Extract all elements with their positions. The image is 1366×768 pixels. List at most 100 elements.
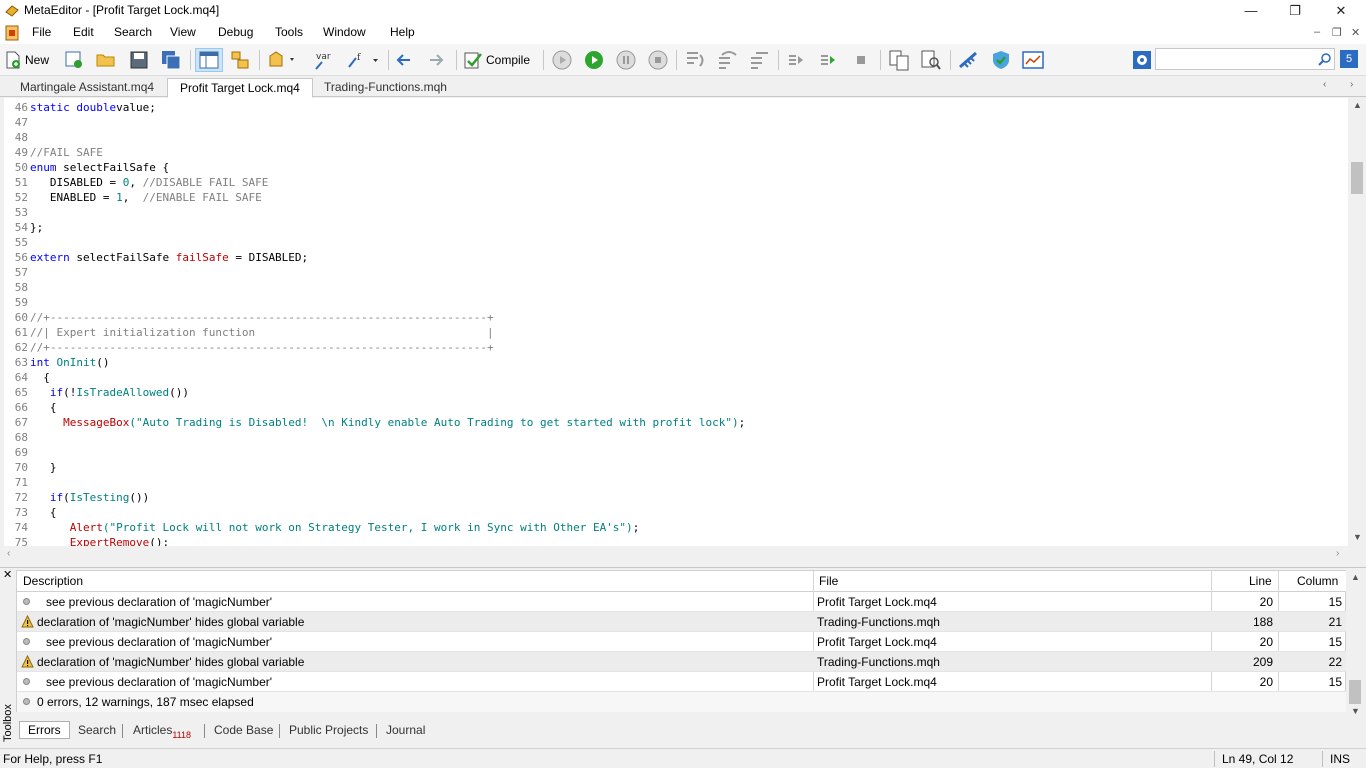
code-line[interactable]: 67 MessageBox("Auto Trading is Disabled!… [4, 415, 1344, 430]
code-line[interactable]: 47 [4, 115, 1344, 130]
tab-scroll-left-icon[interactable]: ‹ [1323, 79, 1326, 90]
scroll-right-icon[interactable]: › [1336, 548, 1339, 559]
code-line[interactable]: 51 DISABLED = 0, //DISABLE FAIL SAFE [4, 175, 1344, 190]
code-line[interactable]: 60//+-----------------------------------… [4, 310, 1344, 325]
step-out-button[interactable] [748, 48, 772, 72]
mql5-storage-button[interactable] [958, 48, 980, 72]
toolbar-search-input[interactable] [1155, 48, 1335, 70]
toolbox-tab-search[interactable]: Search [78, 723, 116, 737]
code-line[interactable]: 66 { [4, 400, 1344, 415]
search-files-button[interactable] [920, 48, 942, 72]
menu-window[interactable]: Window [323, 25, 366, 39]
stop-debug-button[interactable] [852, 48, 870, 72]
editor-vertical-scrollbar[interactable]: ▲ ▼ [1348, 98, 1366, 546]
toolbox-close-icon[interactable]: ✕ [3, 568, 12, 581]
code-line[interactable]: 75 ExpertRemove(); [4, 535, 1344, 546]
toolbox-tab-public-projects[interactable]: Public Projects [289, 723, 368, 737]
styler-dropdown-button[interactable] [266, 48, 298, 72]
editor-horizontal-scrollbar[interactable]: ‹ › [4, 546, 1348, 564]
toolbox-tab-journal[interactable]: Journal [386, 723, 425, 737]
code-line[interactable]: 74 Alert("Profit Lock will not work on S… [4, 520, 1344, 535]
code-line[interactable]: 59 [4, 295, 1344, 310]
code-line[interactable]: 52 ENABLED = 1, //ENABLE FAIL SAFE [4, 190, 1344, 205]
menu-edit[interactable]: Edit [73, 25, 94, 39]
code-line[interactable]: 72 if(IsTesting()) [4, 490, 1344, 505]
code-line[interactable]: 68 [4, 430, 1344, 445]
code-line[interactable]: 62//+-----------------------------------… [4, 340, 1344, 355]
menu-view[interactable]: View [170, 25, 196, 39]
back-button[interactable] [395, 48, 413, 72]
column-header-description[interactable]: Description [23, 574, 83, 588]
scroll-left-icon[interactable]: ‹ [7, 548, 10, 559]
step-over-button[interactable] [716, 48, 740, 72]
search-settings-button[interactable] [1133, 48, 1151, 72]
protect-button[interactable] [990, 48, 1012, 72]
code-editor[interactable]: 46 static doublevalue; 47 48 49//FAIL SAFE 50… [4, 98, 1348, 546]
navigator-toggle-button[interactable] [195, 48, 223, 72]
scroll-down-icon[interactable]: ▼ [1353, 532, 1362, 542]
menu-file[interactable]: File [32, 25, 51, 39]
error-row[interactable]: declaration of 'magicNumber' hides globa… [17, 652, 1347, 672]
start-debug-button[interactable] [583, 48, 605, 72]
code-line[interactable]: 46 static doublevalue; [4, 100, 1344, 115]
column-header-file[interactable]: File [819, 574, 838, 588]
error-row[interactable]: declaration of 'magicNumber' hides globa… [17, 612, 1347, 632]
code-line[interactable]: 71 [4, 475, 1344, 490]
close-button[interactable]: ✕ [1318, 0, 1364, 22]
code-line[interactable]: 57 [4, 265, 1344, 280]
menu-debug[interactable]: Debug [218, 25, 253, 39]
run-to-cursor-button[interactable] [818, 48, 838, 72]
menu-help[interactable]: Help [390, 25, 415, 39]
column-header-line[interactable]: Line [1249, 574, 1272, 588]
toolbox-tab-errors[interactable]: Errors [19, 721, 70, 739]
restore-button[interactable]: ❐ [1272, 0, 1318, 22]
mdi-restore-button[interactable]: ❐ [1332, 26, 1342, 39]
compile-button[interactable]: Compile [463, 48, 530, 72]
open-button[interactable] [96, 48, 116, 72]
errors-vertical-scrollbar[interactable]: ▲ ▼ [1346, 570, 1364, 720]
column-header-column[interactable]: Column [1297, 574, 1338, 588]
new-project-button[interactable] [64, 48, 84, 72]
code-line[interactable]: 69 [4, 445, 1344, 460]
grid-scroll-thumb[interactable] [1349, 680, 1361, 704]
tab-profit-target-lock[interactable]: Profit Target Lock.mq4 [167, 78, 313, 98]
toolbox-toggle-button[interactable] [230, 48, 250, 72]
code-line[interactable]: 58 [4, 280, 1344, 295]
pause-button[interactable] [615, 48, 637, 72]
code-line[interactable]: 63 int OnInit() [4, 355, 1344, 370]
code-line[interactable]: 48 [4, 130, 1344, 145]
search-count-badge[interactable]: 5 [1340, 50, 1358, 68]
compare-button[interactable] [888, 48, 910, 72]
error-row[interactable]: see previous declaration of 'magicNumber… [17, 672, 1347, 692]
error-row[interactable]: see previous declaration of 'magicNumber… [17, 632, 1347, 652]
toolbox-tab-code-base[interactable]: Code Base [214, 723, 273, 737]
tab-martingale-assistant[interactable]: Martingale Assistant.mq4 [8, 78, 166, 97]
grid-scroll-up-icon[interactable]: ▲ [1351, 572, 1360, 582]
save-button[interactable] [129, 48, 149, 72]
mdi-close-button[interactable]: ✕ [1351, 26, 1360, 39]
code-line[interactable]: 65 if(!IsTradeAllowed()) [4, 385, 1344, 400]
terminal-button[interactable] [1022, 48, 1044, 72]
insert-variable-button[interactable]: var [312, 48, 334, 72]
grid-scroll-down-icon[interactable]: ▼ [1351, 706, 1360, 716]
toolbox-tab-articles[interactable]: Articles1118 [133, 723, 191, 740]
code-line[interactable]: 56 extern selectFailSafe failSafe = DISAB… [4, 250, 1344, 265]
menu-search[interactable]: Search [114, 25, 152, 39]
new-button[interactable]: New [4, 48, 49, 72]
code-line[interactable]: 64 { [4, 370, 1344, 385]
code-line[interactable]: 73 { [4, 505, 1344, 520]
scroll-up-icon[interactable]: ▲ [1353, 100, 1362, 110]
error-row[interactable]: see previous declaration of 'magicNumber… [17, 592, 1347, 612]
editor-scroll-thumb[interactable] [1351, 162, 1363, 194]
code-line[interactable]: 53 [4, 205, 1344, 220]
code-line[interactable]: 50 enum selectFailSafe { [4, 160, 1344, 175]
toggle-breakpoint-button[interactable] [786, 48, 806, 72]
code-line[interactable]: 55 [4, 235, 1344, 250]
step-into-button[interactable] [684, 48, 708, 72]
save-all-button[interactable] [161, 48, 181, 72]
forward-button[interactable] [427, 48, 445, 72]
code-line[interactable]: 49//FAIL SAFE [4, 145, 1344, 160]
code-line[interactable]: 70 } [4, 460, 1344, 475]
start-real-data-button[interactable] [551, 48, 573, 72]
insert-function-button[interactable]: f [346, 48, 382, 72]
